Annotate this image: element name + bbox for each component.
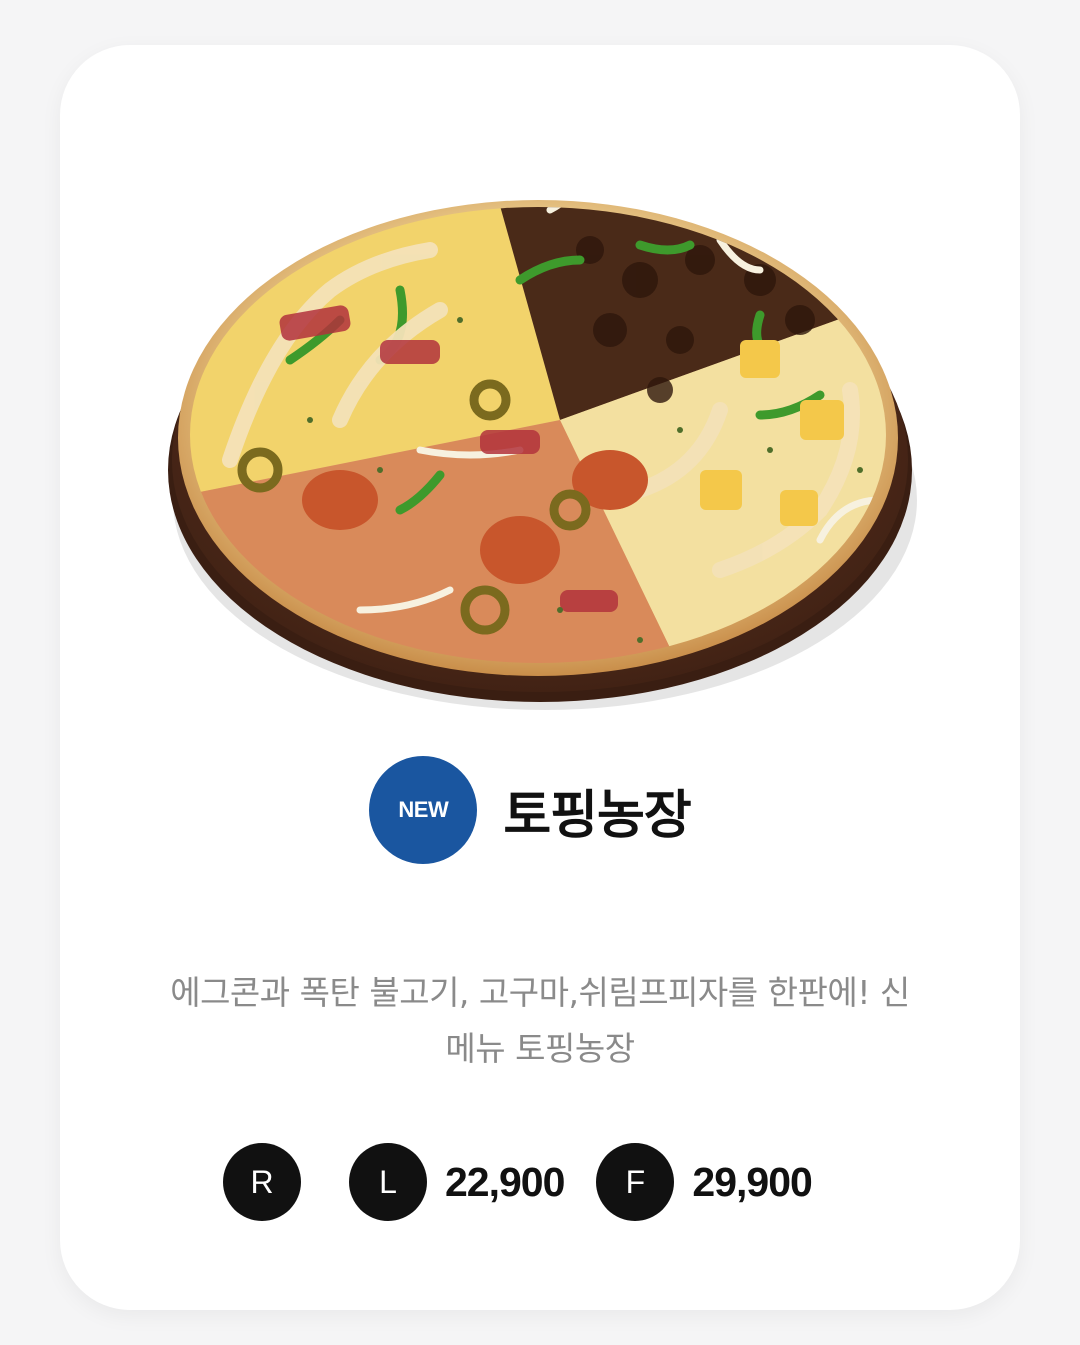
price-l: 22,900 [445, 1158, 565, 1205]
price-f: 29,900 [692, 1158, 812, 1205]
description-line: 메뉴 토핑농장 [445, 1029, 635, 1068]
size-option-l[interactable]: L 22,900 [349, 1143, 565, 1221]
size-badge-r: R [223, 1143, 301, 1221]
description-line: 에그콘과 폭탄 불고기, 고구마,쉬림프피자를 한판에! 신 [170, 973, 910, 1012]
new-badge: NEW [369, 756, 478, 864]
price-list: R L 22,900 F 29,900 [223, 1143, 813, 1221]
pizza-image [160, 170, 920, 710]
size-badge-l: L [349, 1143, 427, 1221]
product-title: 토핑농장 [503, 785, 691, 846]
product-card[interactable]: NEW 토핑농장 에그콘과 폭탄 불고기, 고구마,쉬림프피자를 한판에! 신 … [60, 45, 1020, 1310]
size-badge-f: F [596, 1143, 675, 1221]
title-row: NEW 토핑농장 [60, 755, 1020, 865]
size-option-r[interactable]: R [223, 1143, 301, 1221]
size-option-f[interactable]: F 29,900 [596, 1143, 813, 1221]
product-description: 에그콘과 폭탄 불고기, 고구마,쉬림프피자를 한판에! 신 메뉴 토핑농장 [120, 965, 960, 1077]
